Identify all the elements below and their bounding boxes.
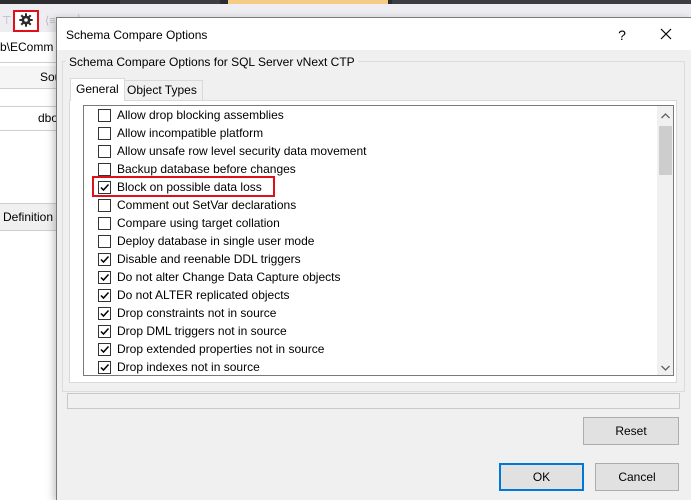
options-checklist[interactable]: Allow drop blocking assemblies Allow inco… (83, 105, 674, 376)
ide-left-panel (0, 32, 56, 500)
checkbox-checked[interactable] (98, 270, 111, 284)
option-label: Compare using target collation (117, 216, 280, 230)
scroll-thumb[interactable] (659, 126, 672, 175)
options-gear-button[interactable] (13, 10, 39, 32)
close-button[interactable] (653, 24, 679, 46)
help-button[interactable]: ? (610, 24, 634, 46)
option-label: Do not alter Change Data Capture objects (117, 270, 341, 284)
ok-button[interactable]: OK (499, 463, 584, 491)
option-label: Allow incompatible platform (117, 126, 264, 140)
option-item[interactable]: Drop constraints not in source (98, 304, 276, 322)
tab-general[interactable]: General (70, 78, 125, 101)
option-item[interactable]: Allow drop blocking assemblies (98, 106, 284, 124)
dialog-titlebar: Schema Compare Options ? (57, 18, 691, 50)
checkbox-checked[interactable] (98, 342, 111, 356)
checkbox[interactable] (98, 216, 111, 230)
option-label: Drop DML triggers not in source (117, 324, 287, 338)
divider (0, 62, 56, 63)
schema-compare-options-dialog: Schema Compare Options ? Schema Compare … (56, 17, 691, 500)
option-item[interactable]: Block on possible data loss (98, 178, 262, 196)
option-label: Block on possible data loss (117, 180, 262, 194)
close-icon (660, 28, 672, 43)
checkbox[interactable] (98, 234, 111, 248)
vertical-scrollbar[interactable] (657, 106, 673, 375)
checkbox-checked[interactable] (98, 360, 111, 374)
option-item[interactable]: Do not alter Change Data Capture objects (98, 268, 340, 286)
checkbox[interactable] (98, 126, 111, 140)
option-label: Drop indexes not in source (117, 360, 260, 374)
option-label: Deploy database in single user mode (117, 234, 315, 248)
chevron-down-icon (661, 360, 670, 374)
option-item[interactable]: Allow unsafe row level security data mov… (98, 142, 366, 160)
dialog-title: Schema Compare Options (66, 28, 208, 42)
project-path: b\EComm (0, 40, 54, 54)
option-label: Do not ALTER replicated objects (117, 288, 290, 302)
checkbox[interactable] (98, 198, 111, 212)
tab-object-types[interactable]: Object Types (121, 80, 203, 100)
option-label: Drop constraints not in source (117, 306, 277, 320)
option-item[interactable]: Compare using target collation (98, 214, 280, 232)
checkbox-checked[interactable] (98, 306, 111, 320)
option-item[interactable]: Drop indexes not in source (98, 358, 260, 375)
cancel-button[interactable]: Cancel (595, 463, 679, 491)
checkbox-checked[interactable] (98, 324, 111, 338)
option-label: Drop extended properties not in source (117, 342, 325, 356)
divider (0, 106, 56, 107)
option-item[interactable]: Deploy database in single user mode (98, 232, 314, 250)
option-item[interactable]: Drop DML triggers not in source (98, 322, 287, 340)
option-label: Allow drop blocking assemblies (117, 108, 284, 122)
reset-button[interactable]: Reset (583, 417, 679, 445)
option-item[interactable]: Comment out SetVar declarations (98, 196, 296, 214)
option-item[interactable]: Backup database before changes (98, 160, 296, 178)
definition-tab[interactable]: Definition (3, 210, 53, 224)
checkbox[interactable] (98, 144, 111, 158)
help-icon: ? (618, 27, 626, 43)
checkbox[interactable] (98, 162, 111, 176)
option-label: Comment out SetVar declarations (117, 198, 297, 212)
results-column-header: Sou (0, 66, 61, 89)
option-label: Disable and reenable DDL triggers (117, 252, 301, 266)
checkbox-checked[interactable] (98, 252, 111, 266)
gear-icon (19, 12, 33, 30)
divider (0, 130, 56, 131)
definition-tab-strip: Definition (0, 203, 56, 231)
option-item[interactable]: Allow incompatible platform (98, 124, 263, 142)
status-field (67, 393, 680, 409)
checkbox[interactable] (98, 108, 111, 122)
chevron-up-icon (661, 108, 670, 122)
toolbar-separator-icon: ⊤ (2, 15, 12, 27)
option-item[interactable]: Drop extended properties not in source (98, 340, 324, 358)
checkbox-checked[interactable] (98, 288, 111, 302)
groupbox-label: Schema Compare Options for SQL Server vN… (66, 55, 358, 69)
option-label: Backup database before changes (117, 162, 296, 176)
option-item[interactable]: Do not ALTER replicated objects (98, 286, 290, 304)
scroll-down-button[interactable] (657, 358, 673, 375)
checkbox-checked[interactable] (98, 180, 111, 194)
scroll-up-button[interactable] (657, 106, 673, 123)
option-label: Allow unsafe row level security data mov… (117, 144, 367, 158)
option-item[interactable]: Disable and reenable DDL triggers (98, 250, 301, 268)
